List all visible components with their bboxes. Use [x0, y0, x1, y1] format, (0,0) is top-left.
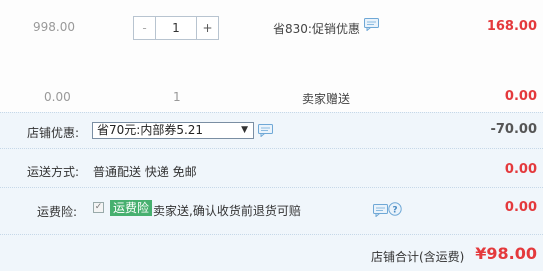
decrease-quantity-button[interactable]: - — [134, 17, 156, 39]
increase-quantity-button[interactable]: + — [196, 17, 218, 39]
svg-text:?: ? — [392, 206, 397, 216]
shipping-method: 普通配送 快递 免邮 — [93, 165, 197, 179]
dropdown-arrow-icon: ▼ — [241, 125, 248, 135]
divider — [0, 148, 543, 149]
gift-price: 0.00 — [44, 90, 71, 104]
coupon-label: 店铺优惠: — [27, 126, 80, 140]
divider — [0, 187, 543, 188]
order-item-section — [0, 0, 543, 112]
coupon-select[interactable]: 省70元:内部券5.21 ▼ — [92, 122, 254, 139]
shipping-label: 运送方式: — [27, 165, 80, 179]
total-label: 店铺合计(含运费) — [371, 250, 465, 264]
coupon-amount: -70.00 — [490, 122, 537, 137]
insurance-description: 卖家送,确认收货前退货可赔 — [153, 204, 301, 218]
promotion-label: 省830:促销优惠 — [273, 22, 360, 36]
insurance-label: 运费险: — [37, 205, 78, 219]
item-subtotal: 168.00 — [486, 19, 537, 34]
quantity-stepper: - 1 + — [133, 16, 219, 40]
coupon-message-icon[interactable] — [258, 124, 273, 140]
gift-quantity: 1 — [173, 90, 181, 104]
help-icon[interactable]: ? — [388, 202, 402, 219]
message-icon[interactable] — [364, 18, 379, 34]
insurance-tag: 运费险 — [110, 200, 153, 216]
insurance-amount: 0.00 — [504, 200, 537, 215]
gift-subtotal: 0.00 — [504, 89, 537, 104]
quantity-input[interactable]: 1 — [156, 17, 196, 39]
shipping-amount: 0.00 — [504, 162, 537, 177]
gift-description: 卖家赠送 — [302, 92, 351, 106]
coupon-selected-value: 省70元:内部券5.21 — [97, 123, 204, 137]
checkbox-checked-icon[interactable]: ✓ — [93, 202, 104, 213]
item-price: 998.00 — [33, 20, 75, 34]
total-amount: ¥98.00 — [475, 244, 537, 263]
divider — [0, 234, 543, 235]
insurance-message-icon[interactable] — [373, 204, 388, 220]
